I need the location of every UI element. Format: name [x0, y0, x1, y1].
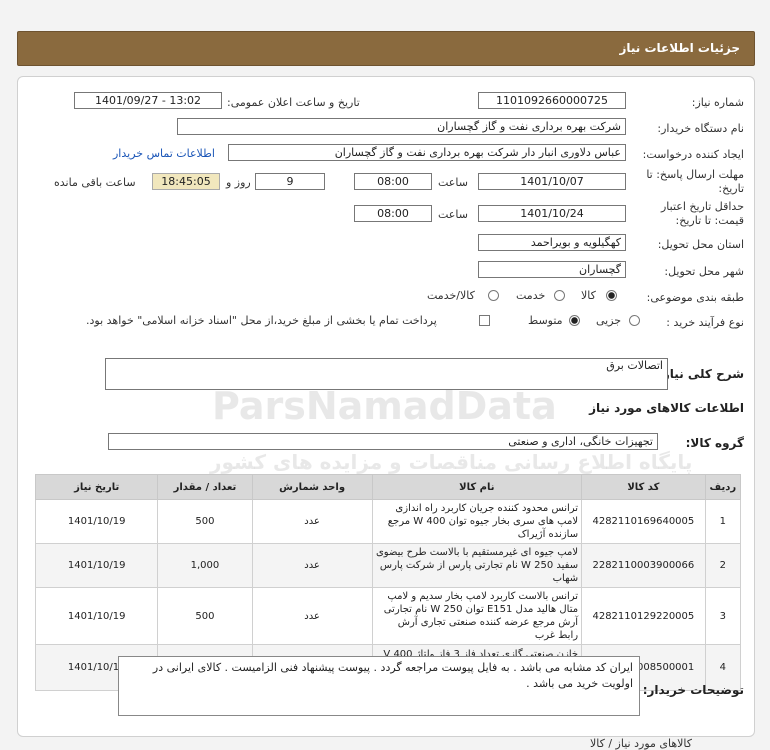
- city-field[interactable]: گچساران: [478, 261, 626, 278]
- category-option-goods-service: کالا/خدمت: [427, 289, 475, 302]
- validity-time-field[interactable]: 08:00: [354, 205, 432, 222]
- header-row-number: ردیف: [704, 474, 742, 500]
- announce-field[interactable]: 1401/09/27 - 13:02: [74, 92, 222, 109]
- deadline-label-1: مهلت ارسال پاسخ: تا: [646, 168, 744, 181]
- cell-item-name: لامپ جیوه ای غیرمستقیم با بالاست طرح بیض…: [371, 543, 583, 588]
- category-option-service: خدمت: [516, 289, 546, 302]
- process-radio-minor[interactable]: [629, 315, 640, 326]
- cell-item-code: 2282110003900066: [581, 543, 706, 588]
- category-radio-service[interactable]: [554, 290, 565, 301]
- days-label: روز و: [226, 176, 251, 189]
- buyer-org-label: نام دستگاه خریدار:: [657, 122, 744, 135]
- remaining-label: ساعت باقی مانده: [54, 176, 136, 189]
- page-title: جزئیات اطلاعات نیاز: [619, 41, 740, 55]
- header-item-code: کد کالا: [581, 474, 706, 500]
- process-label: نوع فرآیند خرید :: [666, 316, 744, 329]
- table-row[interactable]: 1401/10/19 500 عدد ترانس بالاست کاربرد ل…: [34, 587, 742, 645]
- process-radio-medium[interactable]: [569, 315, 580, 326]
- category-radio-goods-service[interactable]: [488, 290, 499, 301]
- table-row[interactable]: 1401/10/19 500 عدد ترانس محدود کننده جری…: [34, 499, 742, 544]
- buyer-org-field[interactable]: شرکت بهره برداری نفت و گاز گچساران: [177, 118, 626, 135]
- province-label: استان محل تحویل:: [657, 238, 744, 251]
- deadline-date-field[interactable]: 1401/10/07: [478, 173, 626, 190]
- cell-need-date: 1401/10/19: [34, 499, 159, 544]
- page-header: جزئیات اطلاعات نیاز: [17, 31, 755, 66]
- announce-label: تاریخ و ساعت اعلان عمومی:: [227, 96, 360, 109]
- summary-field[interactable]: اتصالات برق: [105, 358, 668, 390]
- cell-row-number: 3: [704, 587, 742, 645]
- category-option-goods: کالا: [581, 289, 596, 302]
- remaining-time-field: 18:45:05: [152, 173, 220, 190]
- buyer-notes-field[interactable]: ایران کد مشابه می باشد . به فایل پیوست م…: [118, 656, 640, 716]
- validity-time-label: ساعت: [438, 208, 468, 221]
- cell-quantity: 500: [157, 499, 253, 544]
- need-number-label: شماره نیاز:: [691, 96, 744, 109]
- cell-unit: عدد: [251, 587, 373, 645]
- need-number-field[interactable]: 1101092660000725: [478, 92, 626, 109]
- process-option-minor: جزیی: [596, 314, 622, 327]
- province-field[interactable]: کهگیلویه و بویراحمد: [478, 234, 626, 251]
- table-row[interactable]: 1401/10/19 1,000 عدد لامپ جیوه ای غیرمست…: [34, 543, 742, 588]
- goods-info-title: اطلاعات کالاهای مورد نیاز: [589, 401, 744, 415]
- table-header-row: تاریخ نیاز تعداد / مقدار واحد شمارش نام …: [34, 474, 742, 500]
- remaining-days-field[interactable]: 9: [255, 173, 325, 190]
- deadline-time-label: ساعت: [438, 176, 468, 189]
- cell-item-name: ترانس بالاست کاربرد لامپ بخار سدیم و لام…: [371, 587, 583, 645]
- treasury-payment-checkbox[interactable]: [479, 315, 490, 326]
- validity-label-2: قیمت: تا تاریخ:: [675, 214, 744, 227]
- cell-unit: عدد: [251, 499, 373, 544]
- header-item-name: نام کالا: [371, 474, 583, 500]
- footer-breadcrumb: کالاهای مورد نیاز / کالا: [590, 737, 693, 750]
- cell-item-code: 4282110129220005: [581, 587, 706, 645]
- deadline-label-2: تاریخ:: [718, 182, 744, 195]
- cell-unit: عدد: [251, 543, 373, 588]
- validity-date-field[interactable]: 1401/10/24: [478, 205, 626, 222]
- deadline-time-field[interactable]: 08:00: [354, 173, 432, 190]
- cell-quantity: 1,000: [157, 543, 253, 588]
- category-radio-goods[interactable]: [606, 290, 617, 301]
- cell-quantity: 500: [157, 587, 253, 645]
- cell-item-code: 4282110169640005: [581, 499, 706, 544]
- process-option-medium: متوسط: [528, 314, 563, 327]
- goods-group-field[interactable]: تجهیزات خانگی، اداری و صنعتی: [108, 433, 658, 450]
- header-need-date: تاریخ نیاز: [34, 474, 159, 500]
- header-quantity: تعداد / مقدار: [157, 474, 253, 500]
- city-label: شهر محل تحویل:: [664, 265, 744, 278]
- cell-row-number: 1: [704, 499, 742, 544]
- header-unit: واحد شمارش: [251, 474, 373, 500]
- validity-label-1: حداقل تاریخ اعتبار: [660, 200, 744, 213]
- goods-group-label: گروه کالا:: [685, 436, 744, 450]
- treasury-payment-note: پرداخت تمام یا بخشی از مبلغ خرید،از محل …: [86, 314, 437, 327]
- creator-field[interactable]: عباس دلاوری انبار دار شرکت بهره برداری ن…: [228, 144, 626, 161]
- creator-label: ایجاد کننده درخواست:: [642, 148, 744, 161]
- buyer-notes-label: توضیحات خریدار:: [642, 683, 744, 697]
- cell-row-number: 2: [704, 543, 742, 588]
- cell-item-name: ترانس محدود کننده جریان کاربرد راه انداز…: [371, 499, 583, 544]
- summary-label: شرح کلی نیاز:: [658, 367, 744, 381]
- category-label: طبقه بندی موضوعی:: [646, 291, 744, 304]
- contact-buyer-link[interactable]: اطلاعات تماس خریدار: [113, 147, 215, 160]
- cell-need-date: 1401/10/19: [34, 543, 159, 588]
- cell-need-date: 1401/10/19: [34, 587, 159, 645]
